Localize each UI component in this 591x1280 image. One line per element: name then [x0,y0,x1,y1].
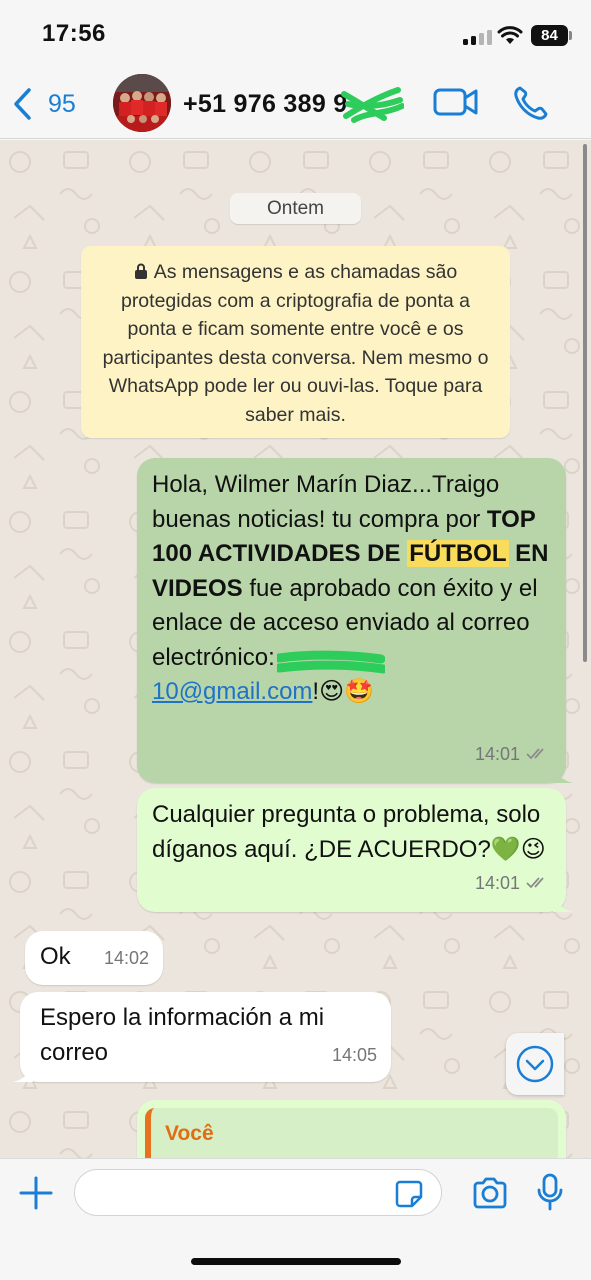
redaction-scribble [341,87,404,123]
battery-indicator: 84 [531,25,568,46]
chat-scrollbar[interactable] [583,144,587,662]
wifi-icon [497,26,523,44]
message-time: 14:01 [474,743,520,764]
date-separator: Ontem [230,193,361,224]
chat-area[interactable]: Ontem As mensagens e as chamadas são pro… [0,140,591,1158]
battery-cap [569,31,572,40]
phone-icon[interactable] [512,84,550,122]
message-bubble-incoming[interactable]: Espero la información a mi correo 14:05 [13,992,391,1082]
read-receipt-icon [526,748,544,760]
sticker-icon[interactable] [394,1179,424,1209]
message-text: Ok [40,943,71,970]
signal-icon [463,29,493,45]
plus-icon[interactable] [18,1175,54,1211]
lock-icon [134,263,147,279]
message-bubble-outgoing[interactable]: Hola, Wilmer Marín Diaz...Traigo buenas … [137,458,573,783]
microphone-icon[interactable] [536,1173,564,1211]
message-bubble-outgoing[interactable]: Você [137,1100,566,1158]
message-text: Hola, Wilmer Marín Diaz...Traigo buenas … [152,471,500,533]
message-bubble-incoming[interactable]: Ok 14:02 [25,931,163,985]
message-meta: 14:01 [475,737,550,772]
message-time: 14:01 [474,872,520,893]
message-text: Cualquier pregunta o problema, solo díga… [152,801,546,863]
unread-count: 95 [48,89,76,118]
read-receipt-icon [526,877,544,889]
message-time: 14:05 [331,1044,377,1065]
status-bar: 17:56 84 [0,0,591,70]
home-indicator[interactable] [191,1258,401,1265]
chevron-down-icon [516,1045,554,1083]
search-highlight: FÚTBOL [407,540,509,567]
video-call-icon[interactable] [433,85,479,119]
message-time: 14:02 [103,947,149,968]
encryption-text: As mensagens e as chamadas são protegida… [102,261,489,426]
bubble-tail [13,1064,33,1082]
message-input[interactable] [74,1169,442,1216]
message-suffix: !😍🤩 [312,678,374,705]
chat-header: 95 +51 976 389 9 [0,70,591,139]
bubble-tail [553,765,573,783]
contact-name[interactable]: +51 976 389 9 [183,90,347,119]
quote-author: Você [165,1122,214,1145]
camera-icon[interactable] [471,1176,509,1210]
bubble-tail [553,894,573,912]
quoted-message[interactable]: Você [145,1108,558,1158]
scroll-to-bottom-button[interactable] [506,1033,564,1095]
encryption-notice[interactable]: As mensagens e as chamadas são protegida… [81,246,510,438]
status-time: 17:56 [42,20,106,47]
message-text: Espero la información a mi correo [40,1004,325,1066]
redaction-scribble [277,650,386,673]
back-button[interactable]: 95 [12,84,76,124]
chevron-left-icon [14,88,31,120]
message-meta: 14:01 [475,866,550,901]
avatar[interactable] [113,74,171,132]
team-photo-icon [113,74,171,132]
message-bubble-outgoing[interactable]: Cualquier pregunta o problema, solo díga… [137,788,573,912]
